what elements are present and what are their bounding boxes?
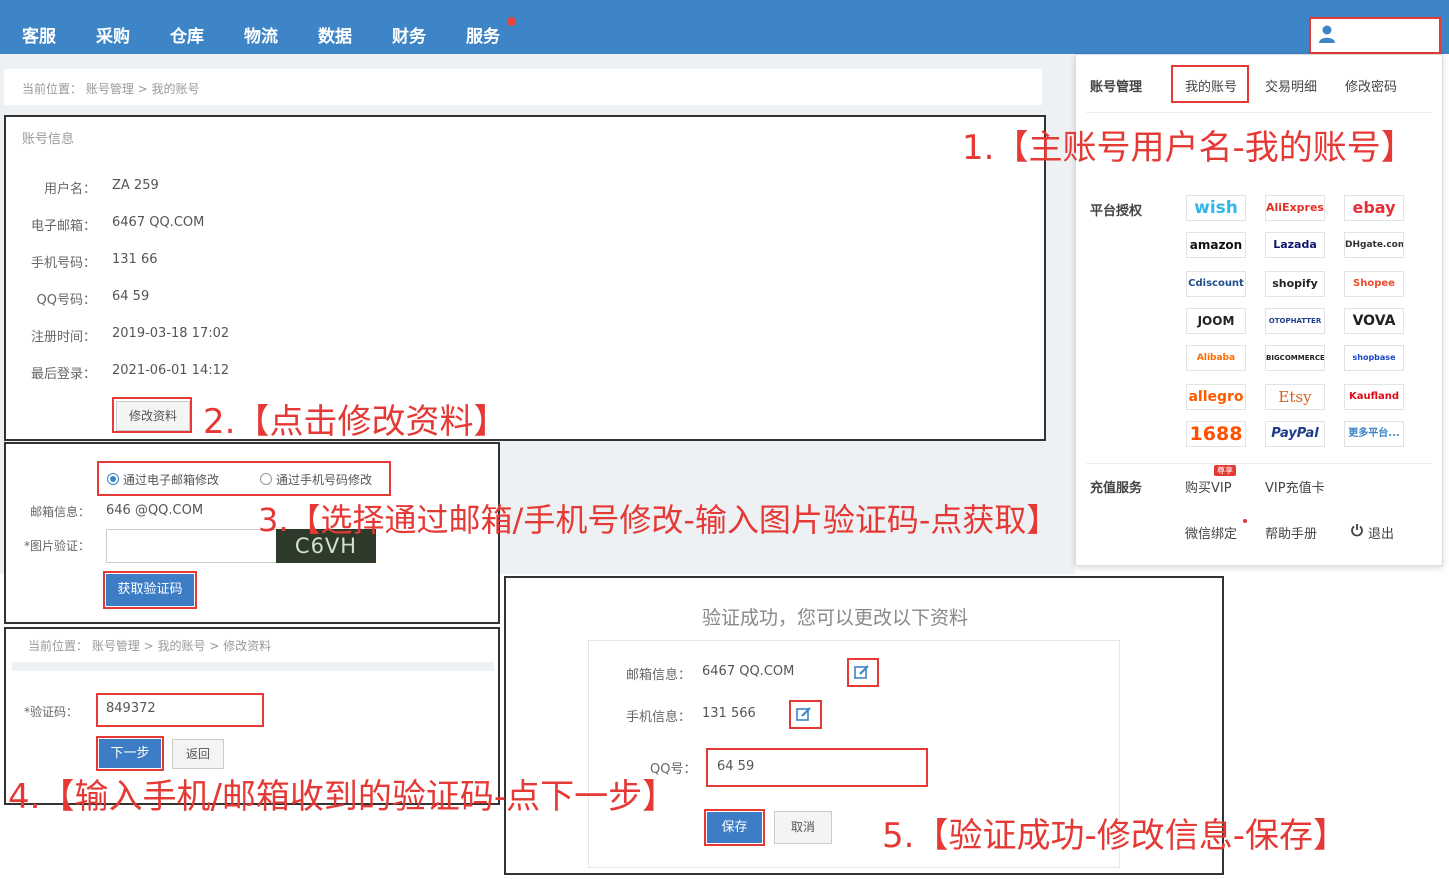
platform-logo-wish[interactable]: wish	[1186, 195, 1246, 221]
divider	[1086, 112, 1432, 113]
platform-auth-label: 平台授权	[1090, 204, 1143, 219]
radio-phone-label: 通过手机号码修改	[276, 473, 373, 487]
nav-item-customer-service[interactable]: 客服	[22, 22, 56, 47]
platform-logo-dhgate[interactable]: DHgate.com	[1344, 232, 1404, 258]
email-info-label: 邮箱信息：	[29, 505, 90, 519]
platform-logo-paypal[interactable]: PayPal	[1265, 421, 1325, 447]
recharge-service-label: 充值服务	[1090, 481, 1143, 496]
get-code-button[interactable]: 获取验证码	[106, 574, 194, 606]
nav-item-logistics[interactable]: 物流	[244, 22, 278, 47]
qq-input[interactable]: 64 59	[709, 751, 925, 784]
platform-logo-bigcommerce[interactable]: BIGCOMMERCE	[1265, 345, 1325, 371]
last-login-value: 2021-06-01 14:12	[112, 363, 230, 378]
divider	[1086, 463, 1432, 464]
help-manual-link[interactable]: 帮助手册	[1265, 523, 1317, 542]
code-input[interactable]: 849372	[98, 695, 262, 725]
breadcrumb-text: 当前位置： 账号管理 > 我的账号	[22, 82, 200, 96]
username-label: 用户名：	[43, 182, 96, 197]
vip-badge: 尊享	[1214, 465, 1236, 476]
highlight-box	[112, 397, 192, 433]
next-step-button[interactable]: 下一步	[99, 739, 161, 768]
divider	[12, 662, 494, 671]
top-navigation-bar: 客服 采购 仓库 物流 数据 财务 服务	[0, 0, 1449, 54]
power-icon	[1351, 524, 1363, 537]
phone-info-value: 131 566	[702, 706, 756, 721]
tab-change-password[interactable]: 修改密码	[1345, 76, 1397, 95]
nav-item-service[interactable]: 服务	[466, 22, 500, 47]
email-info-label: 邮箱信息：	[626, 668, 692, 683]
email-info-value: 646 @QQ.COM	[106, 503, 204, 518]
more-platforms-link[interactable]: 更多平台...	[1344, 421, 1404, 447]
platform-logo-allegro[interactable]: allegro	[1186, 384, 1246, 410]
username-value: ZA 259	[112, 178, 159, 193]
register-time-value: 2019-03-18 17:02	[112, 326, 230, 341]
edit-email-icon[interactable]	[854, 664, 870, 680]
buy-vip-link[interactable]: 购买VIP	[1185, 477, 1232, 496]
annotation-step-3: 3.【选择通过邮箱/手机号修改-输入图片验证码-点获取】	[258, 501, 1059, 539]
vip-card-link[interactable]: VIP充值卡	[1265, 477, 1325, 496]
user-icon	[1319, 25, 1335, 43]
annotation-step-4: 4.【输入手机/邮箱收到的验证码-点下一步】	[8, 777, 677, 817]
radio-email-label: 通过电子邮箱修改	[123, 473, 220, 487]
captcha-label: *图片验证：	[23, 539, 90, 553]
breadcrumb: 当前位置： 账号管理 > 我的账号	[4, 69, 1042, 105]
platform-logo-otophatter[interactable]: OTOPHATTER	[1265, 308, 1325, 334]
phone-label: 手机号码：	[30, 256, 96, 271]
save-button[interactable]: 保存	[707, 812, 762, 843]
email-info-value: 6467 QQ.COM	[702, 664, 795, 679]
register-time-label: 注册时间：	[30, 330, 96, 345]
nav-item-data[interactable]: 数据	[318, 22, 352, 47]
annotation-step-1: 1.【主账号用户名-我的账号】	[962, 128, 1415, 168]
platform-logo-alibaba[interactable]: Alibaba	[1186, 345, 1246, 371]
nav-item-finance[interactable]: 财务	[392, 22, 426, 47]
wechat-bind-link[interactable]: 微信绑定	[1185, 523, 1237, 542]
notification-dot	[1243, 519, 1247, 523]
email-label: 电子邮箱：	[30, 219, 96, 234]
phone-value: 131 66	[112, 252, 158, 267]
annotation-step-5: 5.【验证成功-修改信息-保存】	[882, 816, 1347, 856]
qq-label: QQ号码：	[36, 293, 96, 308]
code-label: *验证码：	[23, 705, 78, 719]
platform-logo-joom[interactable]: JOOM	[1186, 308, 1246, 334]
platform-logo-shopee[interactable]: Shopee	[1344, 271, 1404, 297]
nav-item-warehouse[interactable]: 仓库	[170, 22, 204, 47]
platform-logo-aliexpress[interactable]: AliExpress	[1265, 195, 1325, 221]
platform-logo-shopify[interactable]: shopify	[1265, 271, 1325, 297]
platform-logo-amazon[interactable]: amazon	[1186, 232, 1246, 258]
platform-logo-lazada[interactable]: Lazada	[1265, 232, 1325, 258]
last-login-label: 最后登录：	[30, 367, 96, 382]
success-title: 验证成功，您可以更改以下资料	[702, 607, 969, 629]
qq-value: 64 59	[112, 289, 150, 304]
platform-logo-ebay[interactable]: ebay	[1344, 195, 1404, 221]
platform-logo-shopbase[interactable]: shopbase	[1344, 345, 1404, 371]
tab-transactions[interactable]: 交易明细	[1265, 76, 1317, 95]
phone-info-label: 手机信息：	[626, 710, 692, 725]
platform-logo-vova[interactable]: VOVA	[1344, 308, 1404, 334]
edit-phone-icon[interactable]	[796, 706, 812, 722]
platform-logo-cdiscount[interactable]: Cdiscount	[1186, 271, 1246, 297]
account-info-panel: 账号信息 用户名： ZA 259 电子邮箱： 6467 QQ.COM 手机号码：…	[4, 115, 1046, 441]
nav-item-purchase[interactable]: 采购	[96, 22, 130, 47]
radio-phone[interactable]	[260, 473, 272, 485]
platform-logo-etsy[interactable]: Etsy	[1265, 384, 1325, 410]
radio-email[interactable]	[107, 473, 119, 485]
platform-logo-kaufland[interactable]: Kaufland	[1344, 384, 1404, 410]
breadcrumb: 当前位置： 账号管理 > 我的账号 > 修改资料	[28, 639, 272, 653]
logout-link[interactable]: 退出	[1368, 523, 1394, 542]
back-button[interactable]: 返回	[172, 739, 224, 769]
account-management-label: 账号管理	[1090, 80, 1143, 95]
platform-logo-1688[interactable]: 1688	[1186, 421, 1246, 447]
panel-title: 账号信息	[22, 132, 75, 147]
email-value: 6467 QQ.COM	[112, 215, 205, 230]
captcha-input[interactable]	[106, 529, 278, 563]
highlight-box	[1171, 65, 1249, 103]
cancel-button[interactable]: 取消	[774, 811, 832, 844]
annotation-step-2: 2.【点击修改资料】	[203, 402, 508, 442]
notification-dot	[507, 17, 516, 26]
